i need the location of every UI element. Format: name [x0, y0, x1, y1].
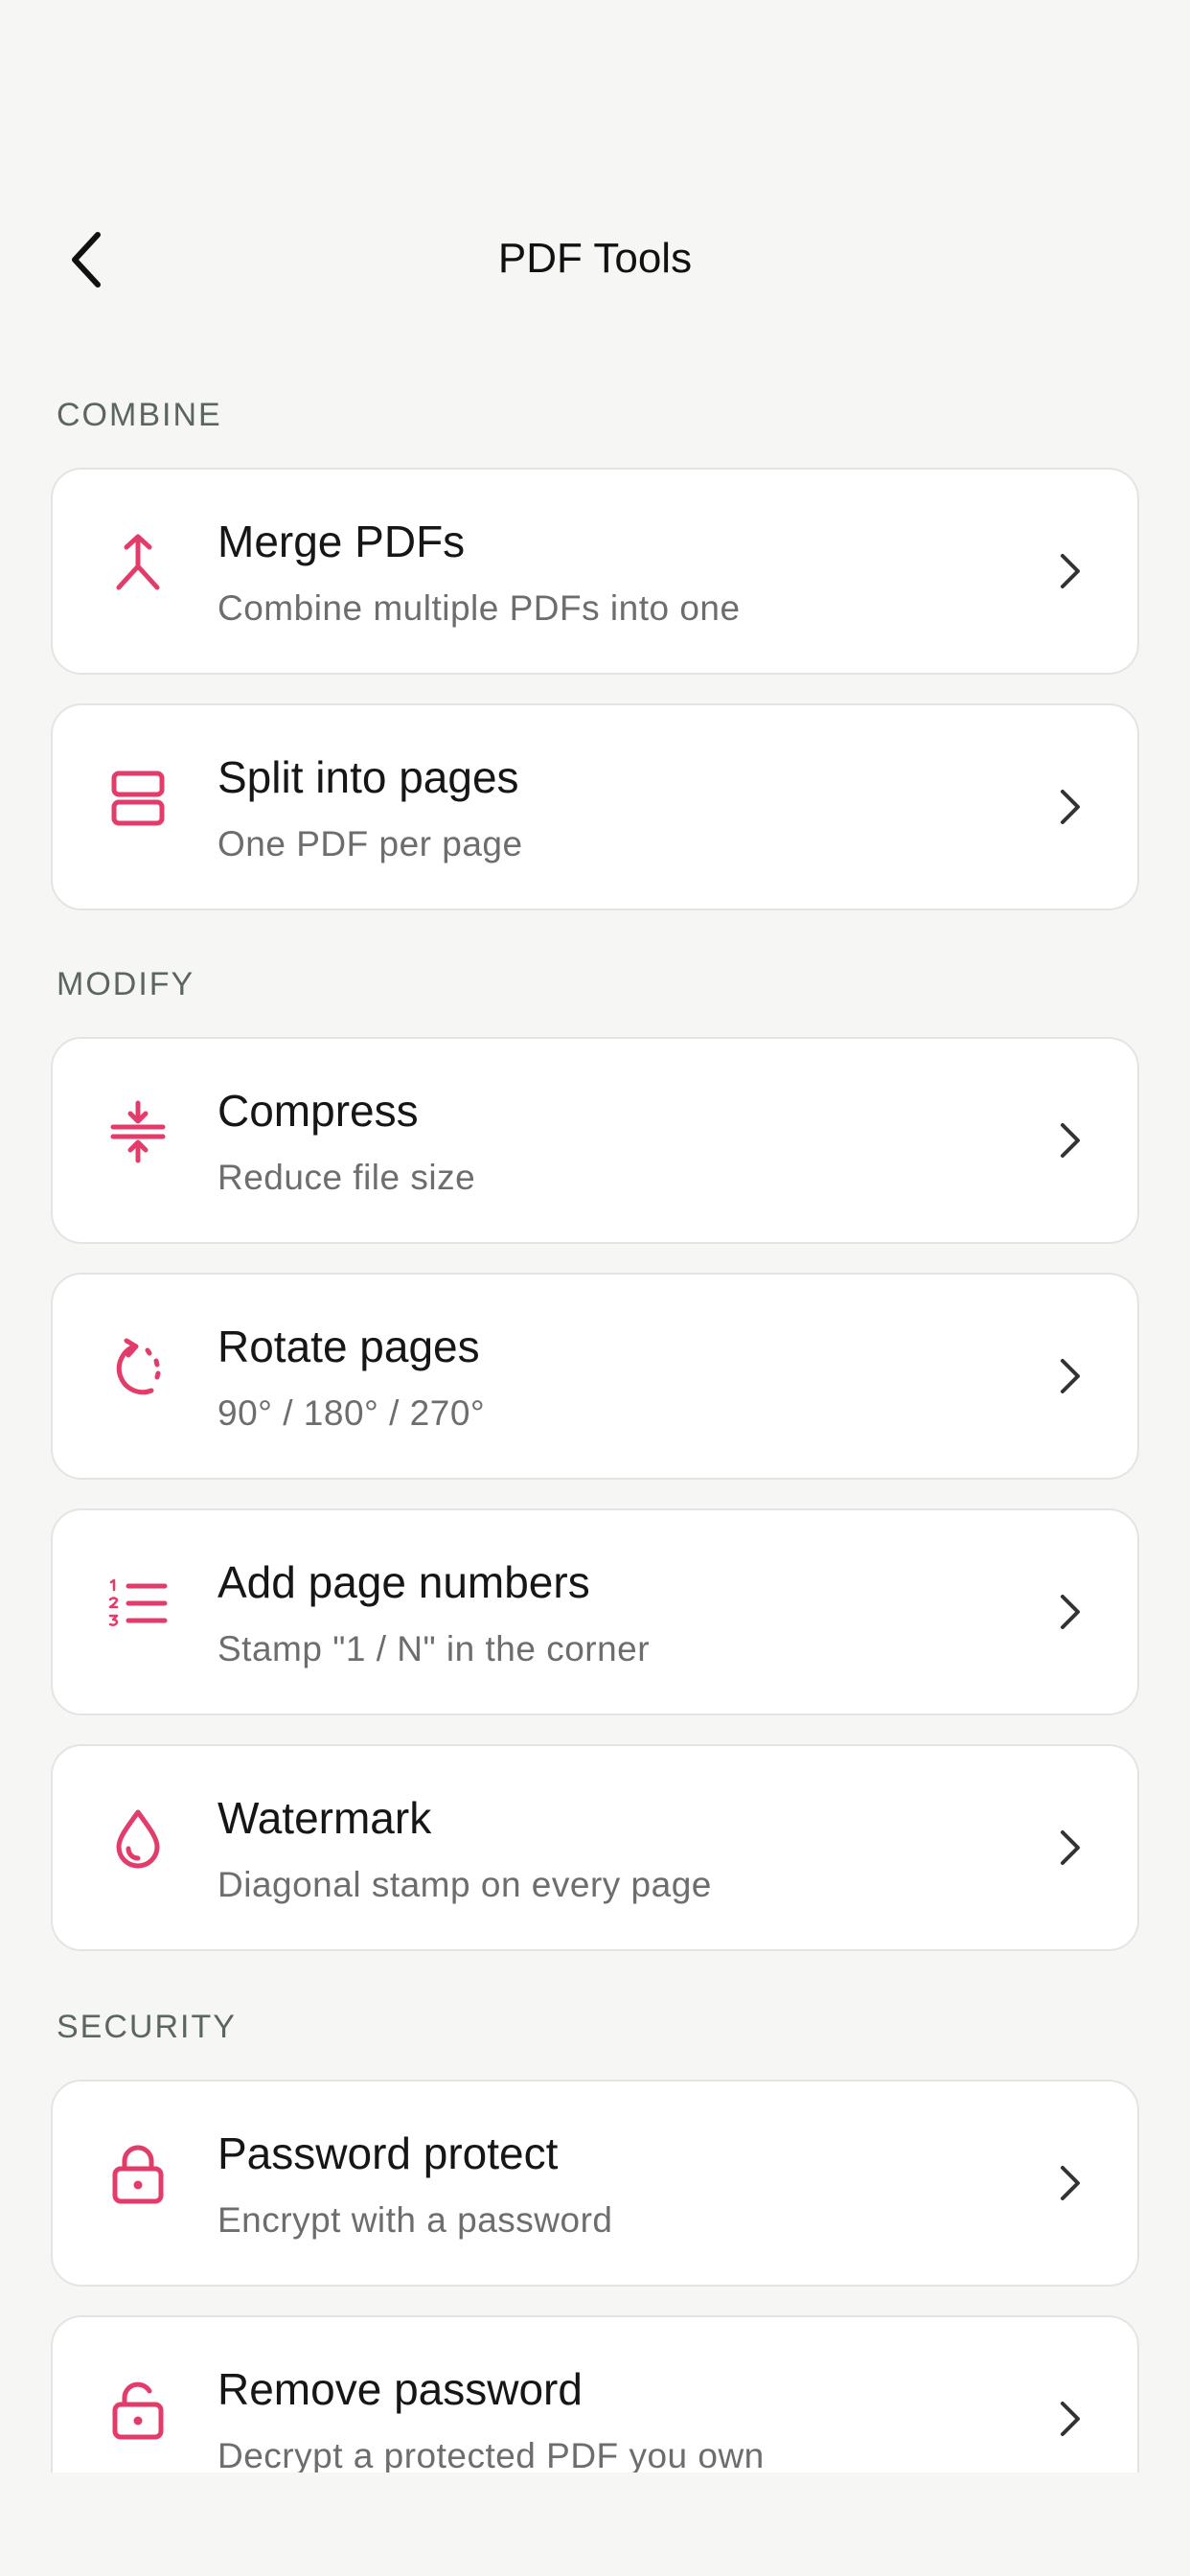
tool-name: Rotate pages [217, 1322, 480, 1371]
tool-description: Decrypt a protected PDF you own [217, 2436, 765, 2472]
section-label-modify: MODIFY [57, 966, 195, 1002]
chevron-right-icon [1061, 554, 1080, 588]
tool-description: Combine multiple PDFs into one [217, 588, 741, 628]
tool-merge-pdfs[interactable]: Merge PDFs Combine multiple PDFs into on… [51, 468, 1139, 675]
tool-name: Merge PDFs [217, 517, 466, 566]
split-icon [103, 763, 173, 834]
tool-name: Split into pages [217, 752, 519, 802]
nav-header: PDF Tools [0, 196, 1190, 331]
numbered-list-icon [103, 1568, 173, 1639]
lock-icon [103, 2139, 173, 2210]
chevron-right-icon [1061, 1830, 1080, 1865]
chevron-right-icon [1061, 1359, 1080, 1393]
tool-compress[interactable]: Compress Reduce file size [51, 1037, 1139, 1244]
tool-name: Remove password [217, 2364, 583, 2414]
tool-split-into-pages[interactable]: Split into pages One PDF per page [51, 703, 1139, 910]
tool-rotate-pages[interactable]: Rotate pages 90° / 180° / 270° [51, 1273, 1139, 1480]
chevron-right-icon [1061, 1123, 1080, 1158]
compress-icon [103, 1096, 173, 1167]
tool-remove-password[interactable]: Remove password Decrypt a protected PDF … [51, 2315, 1139, 2472]
tool-name: Watermark [217, 1793, 432, 1843]
droplet-icon [103, 1804, 173, 1874]
section-label-combine: COMBINE [57, 397, 222, 433]
tools-list[interactable]: PDF Tools COMBINE Merge PDFs Combine mul… [0, 0, 1190, 2472]
chevron-right-icon [1061, 790, 1080, 824]
tool-name: Add page numbers [217, 1557, 590, 1607]
chevron-right-icon [1061, 2166, 1080, 2200]
page-title: PDF Tools [497, 235, 693, 282]
chevron-right-icon [1061, 2402, 1080, 2436]
tool-description: 90° / 180° / 270° [217, 1393, 486, 1433]
tool-password-protect[interactable]: Password protect Encrypt with a password [51, 2080, 1139, 2287]
tool-description: One PDF per page [217, 824, 523, 863]
tool-description: Encrypt with a password [217, 2200, 613, 2240]
tool-add-page-numbers[interactable]: Add page numbers Stamp "1 / N" in the co… [51, 1508, 1139, 1715]
tool-name: Password protect [217, 2128, 559, 2178]
merge-icon [103, 527, 173, 598]
unlock-icon [103, 2375, 173, 2446]
tool-description: Stamp "1 / N" in the corner [217, 1629, 651, 1668]
tool-description: Diagonal stamp on every page [217, 1865, 712, 1904]
rotate-icon [103, 1332, 173, 1403]
tool-description: Reduce file size [217, 1158, 476, 1197]
section-label-security: SECURITY [57, 2009, 237, 2045]
tool-watermark[interactable]: Watermark Diagonal stamp on every page [51, 1744, 1139, 1951]
tool-name: Compress [217, 1086, 419, 1136]
chevron-right-icon [1061, 1595, 1080, 1629]
